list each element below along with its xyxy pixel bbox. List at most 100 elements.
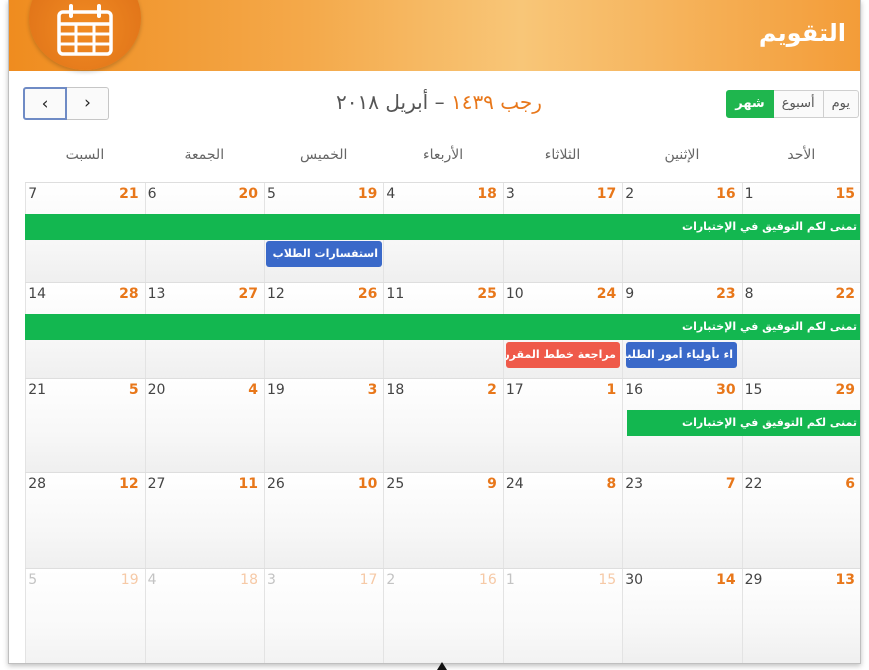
hijri-day-number: 20: [238, 186, 258, 202]
day-cell[interactable]: 26 10: [264, 473, 384, 569]
gregorian-day-number: 2: [386, 572, 396, 588]
day-cell[interactable]: 24 8: [502, 473, 623, 569]
hijri-day-number: 2: [487, 382, 497, 398]
day-cell[interactable]: 20 4: [144, 379, 264, 473]
week-row: 22 6 23 7 24 8 25 9 26 10 27 11 28 12: [25, 472, 860, 569]
weekday-tuesday: الثلاثاء: [544, 147, 581, 163]
gregorian-day-number: 18: [386, 382, 405, 398]
hijri-day-number: 7: [725, 476, 736, 492]
gregorian-day-number: 30: [625, 572, 644, 588]
hijri-day-number: 24: [596, 286, 617, 302]
next-button[interactable]: ›: [67, 87, 109, 120]
hijri-day-number: 18: [477, 186, 497, 202]
view-month-button[interactable]: شهر: [726, 90, 774, 118]
view-week-button[interactable]: أسبوع: [773, 90, 824, 118]
day-cell[interactable]: 27 11: [144, 473, 264, 569]
gregorian-range: أبريل ٢٠١٨: [336, 90, 429, 114]
gregorian-day-number: 13: [147, 286, 166, 302]
hijri-day-number: 19: [357, 186, 378, 202]
gregorian-day-number: 9: [625, 286, 635, 302]
weekday-friday: الجمعة: [184, 147, 225, 163]
hijri-day-number: 25: [477, 286, 497, 302]
gregorian-day-number: 4: [386, 186, 396, 202]
weekday-saturday: السبت: [65, 147, 105, 163]
day-cell[interactable]: 2 16: [383, 569, 503, 663]
gregorian-day-number: 25: [386, 476, 405, 492]
calendar-widget: التقويم ‹ › رجب ١٤٣٩ – أبريل ٢٠١٨ شهر أس…: [8, 0, 861, 664]
day-cell[interactable]: 3 17: [264, 569, 384, 663]
gregorian-day-number: 17: [505, 382, 524, 398]
day-cell[interactable]: 18 2: [383, 379, 503, 473]
gregorian-day-number: 8: [744, 286, 754, 302]
hijri-day-number: 1: [606, 382, 617, 398]
day-cell[interactable]: 4 18: [144, 569, 264, 663]
calendar-badge: [29, 0, 141, 70]
day-cell[interactable]: 17 1: [502, 379, 623, 473]
day-cell[interactable]: 30 14: [622, 569, 742, 663]
gregorian-day-number: 12: [267, 286, 285, 302]
hijri-day-number: 12: [119, 476, 139, 492]
day-cell[interactable]: 22 6: [741, 473, 860, 569]
gregorian-day-number: 3: [505, 186, 515, 202]
event-exams-week2[interactable]: تمنى لكم التوفيق في الإختبارات: [25, 314, 860, 340]
gregorian-day-number: 16: [625, 382, 644, 398]
gregorian-day-number: 3: [267, 572, 276, 588]
gregorian-day-number: 21: [28, 382, 47, 398]
hijri-day-number: 10: [357, 476, 378, 492]
hijri-day-number: 6: [845, 476, 855, 492]
gregorian-day-number: 7: [28, 186, 38, 202]
gregorian-day-number: 20: [147, 382, 166, 398]
gregorian-day-number: 24: [505, 476, 524, 492]
event-student-inquiries[interactable]: استفسارات الطلاب: [266, 241, 382, 267]
week-row: 29 13 30 14 1 15 2 16 3 17 4 18 5 19: [25, 568, 860, 663]
hijri-day-number: 4: [248, 382, 258, 398]
event-exams-week1[interactable]: تمنى لكم التوفيق في الإختبارات: [25, 214, 860, 240]
hijri-day-number: 5: [128, 382, 139, 398]
day-cell[interactable]: 28 12: [25, 473, 145, 569]
gregorian-day-number: 5: [267, 186, 276, 202]
day-cell[interactable]: 25 9: [383, 473, 503, 569]
hijri-day-number: 27: [238, 286, 258, 302]
hijri-day-number: 11: [238, 476, 258, 492]
hijri-day-number: 17: [359, 572, 378, 588]
gregorian-day-number: 1: [505, 572, 515, 588]
hijri-day-number: 21: [119, 186, 139, 202]
gregorian-day-number: 23: [625, 476, 644, 492]
gregorian-day-number: 2: [625, 186, 635, 202]
day-cell[interactable]: 5 19: [25, 569, 145, 663]
gregorian-day-number: 29: [744, 572, 763, 588]
date-range-title: رجب ١٤٣٩ – أبريل ٢٠١٨: [259, 90, 619, 114]
range-separator: –: [428, 90, 451, 114]
hijri-day-number: 17: [596, 186, 617, 202]
calendar-icon: [57, 4, 113, 56]
gregorian-day-number: 27: [147, 476, 166, 492]
event-course-plans-review[interactable]: مراجعة خطط المقرر: [506, 342, 620, 368]
gregorian-day-number: 19: [267, 382, 285, 398]
hijri-day-number: 13: [835, 572, 855, 588]
calendar-toolbar: ‹ › رجب ١٤٣٩ – أبريل ٢٠١٨ شهر أسبوع يوم: [9, 87, 860, 123]
gregorian-day-number: 15: [744, 382, 763, 398]
event-parents-meeting[interactable]: اء بأولياء أمور الطلبة: [626, 342, 737, 368]
hijri-day-number: 30: [716, 382, 736, 398]
day-cell[interactable]: 29 13: [741, 569, 860, 663]
weekday-monday: الإثنين: [664, 147, 700, 163]
header-bar: التقويم: [9, 0, 860, 71]
gregorian-day-number: 28: [28, 476, 47, 492]
gregorian-day-number: 6: [147, 186, 157, 202]
day-cell[interactable]: 21 5: [25, 379, 145, 473]
hijri-day-number: 28: [119, 286, 139, 302]
weekday-sunday: الأحد: [787, 147, 816, 163]
day-cell[interactable]: 1 15: [502, 569, 623, 663]
hijri-day-number: 23: [716, 286, 736, 302]
hijri-day-number: 26: [357, 286, 378, 302]
view-day-button[interactable]: يوم: [823, 90, 859, 118]
day-cell[interactable]: 19 3: [264, 379, 384, 473]
day-cell[interactable]: 23 7: [622, 473, 742, 569]
prev-button[interactable]: ‹: [23, 87, 67, 120]
weekday-header: الأحد الإثنين الثلاثاء الأربعاء الخميس ا…: [25, 142, 860, 182]
gregorian-day-number: 14: [28, 286, 47, 302]
event-exams-week3[interactable]: تمنى لكم التوفيق في الإختبارات: [627, 410, 860, 436]
gregorian-day-number: 26: [267, 476, 285, 492]
gregorian-day-number: 4: [147, 572, 157, 588]
hijri-day-number: 15: [598, 572, 617, 588]
